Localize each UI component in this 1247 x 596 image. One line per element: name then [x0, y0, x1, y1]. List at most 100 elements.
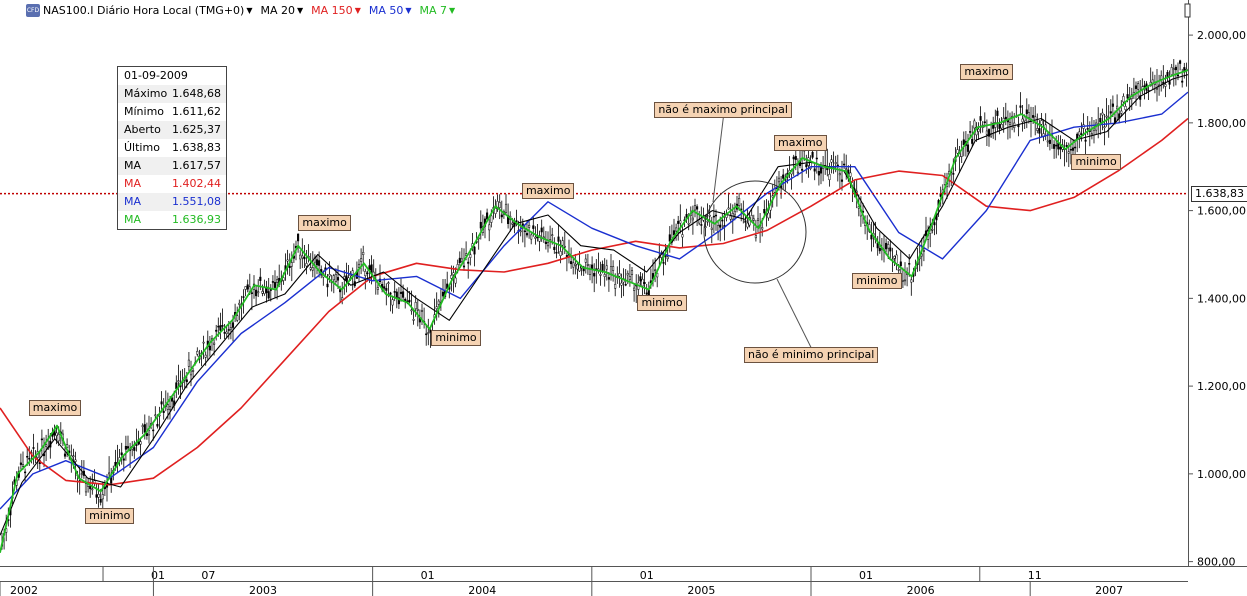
candle-body [1027, 112, 1030, 118]
x-tick-label: 11 [1028, 569, 1042, 582]
candle-body [286, 259, 289, 262]
candle-body [643, 282, 646, 284]
candle-body [202, 341, 205, 344]
candle-body [303, 256, 306, 260]
candle-body [410, 309, 413, 312]
candle-body [215, 329, 218, 332]
candle-body [227, 329, 230, 331]
annotation-maximo[interactable]: maximo [28, 400, 82, 417]
candle-body [257, 291, 260, 294]
candle-body [1170, 67, 1173, 75]
candle-body [389, 292, 392, 295]
candle-body [553, 246, 556, 251]
candle-body [885, 242, 888, 250]
annotation-maximo[interactable]: maximo [521, 182, 575, 199]
indicator-ma150-toggle[interactable]: MA 150 ▼ [311, 4, 361, 17]
candle-body [97, 494, 100, 498]
candle-body [28, 457, 31, 460]
annotation-minimo[interactable]: minimo [852, 272, 902, 289]
candle-body [601, 263, 604, 271]
candle-body [486, 212, 489, 220]
candle-body [893, 256, 896, 259]
candle-body [687, 223, 690, 225]
candle-body [185, 379, 188, 383]
candle-body [639, 276, 642, 282]
x-tick-label: 01 [859, 569, 873, 582]
candle-body [679, 220, 682, 224]
candle-body [288, 266, 291, 269]
row-label: Aberto [124, 123, 161, 136]
candle-body [19, 462, 22, 465]
candle-body [120, 452, 123, 455]
candle-body [801, 168, 804, 171]
candle-body [276, 279, 279, 283]
indicator-ma50-toggle[interactable]: MA 50 ▼ [369, 4, 412, 17]
annotation-maximo[interactable]: maximo [960, 64, 1013, 81]
candle-body [708, 214, 711, 217]
highlight-circle [703, 180, 807, 284]
annotation-minimo[interactable]: minimo [637, 294, 687, 311]
annotation-minimo[interactable]: minimo [431, 329, 481, 346]
annotation-note[interactable]: não é minimo principal [743, 347, 879, 364]
candle-body [402, 291, 405, 298]
candle-body [612, 266, 615, 271]
candle-body [305, 263, 308, 267]
candle-body [458, 257, 461, 263]
caret-down-icon: ▼ [405, 5, 412, 15]
indicator-ma7-toggle[interactable]: MA 7 ▼ [420, 4, 456, 17]
candle-body [334, 274, 337, 282]
x-year-label: 2007 [1095, 584, 1123, 596]
candle-body [1008, 121, 1012, 125]
candle-body [454, 277, 457, 284]
candle-body [593, 273, 596, 277]
indicator-label: MA 20 [260, 3, 296, 17]
annotation-minimo[interactable]: minimo [1071, 154, 1121, 171]
candle-body [1155, 87, 1159, 90]
current-price-label: 1.638,83 [1191, 185, 1247, 202]
annotation-pointer [712, 117, 724, 203]
indicator-ma20-toggle[interactable]: MA 20 ▼ [261, 4, 304, 17]
data-window-date: 01-09-2009 [124, 69, 188, 82]
indicator-label: MA 150 [311, 3, 353, 17]
annotation-note[interactable]: não é maximo principal [654, 101, 792, 118]
annotation-maximo[interactable]: maximo [774, 134, 827, 151]
x-tick-label: 07 [201, 569, 215, 582]
annotation-minimo[interactable]: minimo [85, 507, 135, 524]
candle-body [922, 250, 925, 252]
candle-body [607, 277, 610, 280]
candle-body [255, 289, 258, 297]
candle-body [721, 219, 724, 222]
candle-body [420, 310, 424, 312]
candle-body [796, 171, 799, 174]
candle-body [1080, 133, 1083, 135]
candle-body [26, 455, 29, 458]
candle-body [437, 300, 440, 305]
candle-body [836, 164, 839, 167]
annotation-maximo[interactable]: maximo [298, 214, 351, 231]
candle-body [500, 214, 503, 218]
candle-body [710, 227, 713, 230]
candle-body [204, 354, 207, 358]
candle-body [826, 168, 829, 171]
candle-body [675, 227, 678, 232]
row-label: Último [124, 141, 160, 154]
candle-body [901, 280, 904, 282]
scale-handle-icon[interactable] [1184, 3, 1191, 18]
candle-body [213, 342, 216, 345]
candle-body [805, 164, 808, 168]
x-tick-label: 01 [421, 569, 435, 582]
candle-body [1109, 111, 1112, 114]
candle-body [956, 149, 959, 154]
caret-down-icon: ▼ [246, 5, 253, 15]
candle-body [662, 262, 665, 264]
candle-body [563, 245, 566, 248]
candle-body [133, 447, 136, 451]
candle-body [1000, 123, 1003, 129]
candle-body [263, 287, 266, 294]
candle-body [521, 223, 524, 226]
caret-down-icon: ▼ [354, 5, 361, 15]
symbol-selector[interactable]: NAS100.I Diário Hora Local (TMG+0) ▼ [43, 4, 253, 17]
candle-body [561, 240, 564, 246]
candle-body [534, 236, 537, 239]
candle-body [108, 472, 111, 475]
